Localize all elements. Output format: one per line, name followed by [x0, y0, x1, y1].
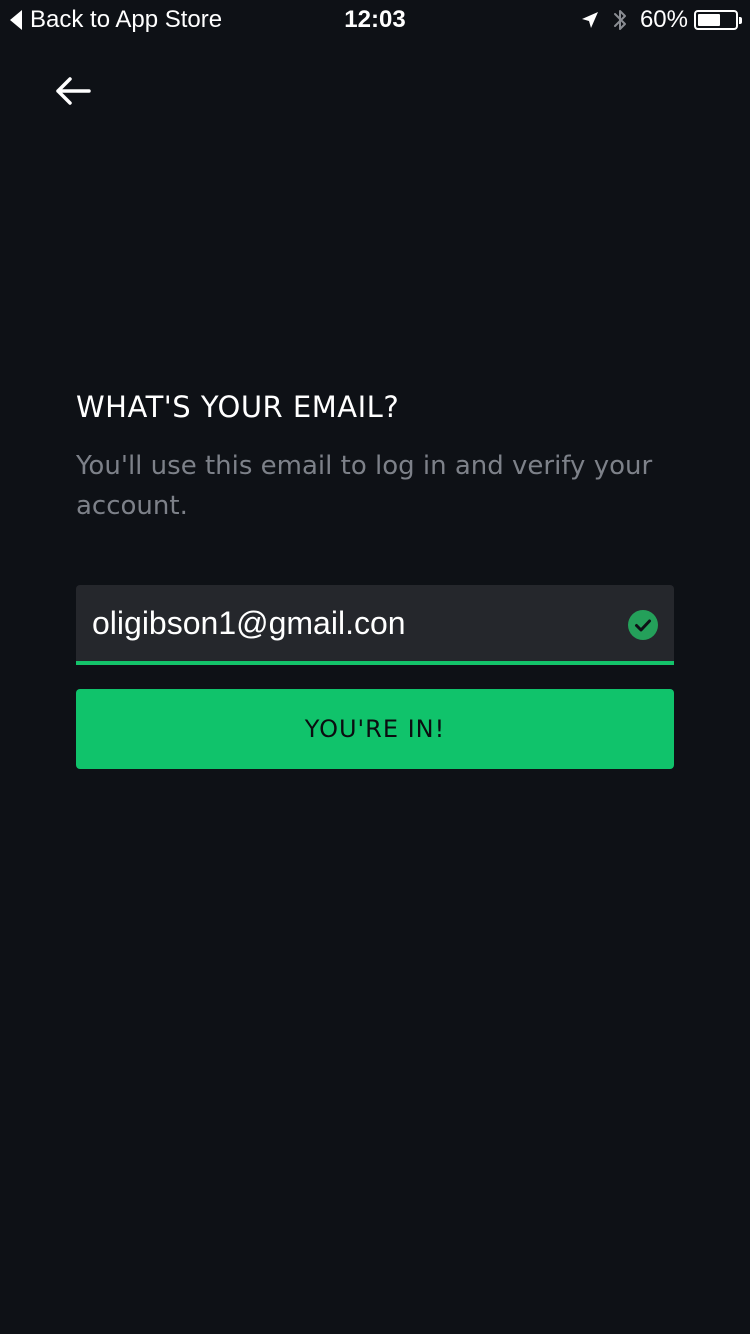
battery-icon	[694, 10, 742, 30]
email-field-container	[76, 585, 674, 665]
status-indicators: 60%	[580, 6, 742, 34]
check-circle-icon	[628, 610, 658, 640]
back-button[interactable]	[50, 68, 96, 114]
bluetooth-icon	[612, 7, 628, 33]
page-title: WHAT'S YOUR EMAIL?	[76, 390, 400, 424]
status-bar: Back to App Store 12:03 60%	[0, 0, 750, 40]
location-arrow-icon	[580, 10, 600, 30]
page-subtitle: You'll use this email to log in and veri…	[76, 451, 653, 521]
battery-percent: 60%	[639, 6, 688, 33]
arrow-left-icon	[56, 77, 91, 105]
submit-button[interactable]: YOU'RE IN!	[76, 689, 674, 769]
email-input[interactable]	[92, 585, 612, 661]
battery-fill	[698, 14, 720, 26]
